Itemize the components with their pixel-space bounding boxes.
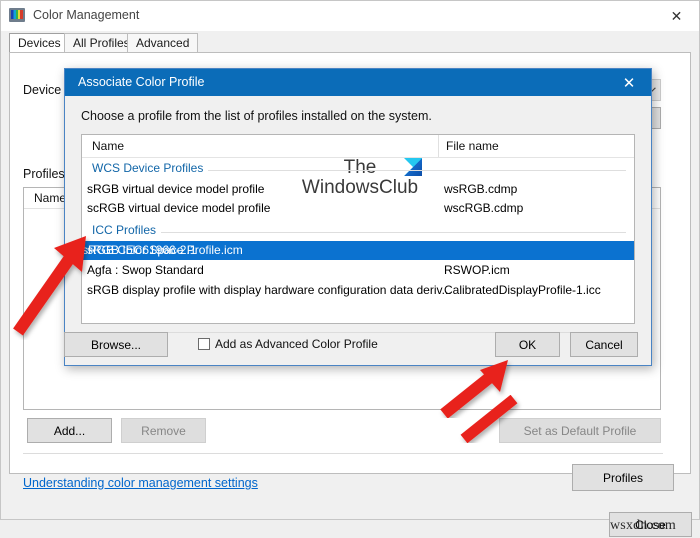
remove-button: Remove — [121, 418, 206, 443]
list-item[interactable]: Agfa : Swop Standard RSWOP.icm — [82, 261, 634, 280]
add-button[interactable]: Add... — [27, 418, 112, 443]
list-item[interactable]: scRGB virtual device model profile wscRG… — [82, 199, 634, 218]
list-item-selected[interactable]: sRGB IEC61966-2.1 sRGB Color Space Profi… — [82, 241, 634, 260]
group-label: WCS Device Profiles — [92, 161, 209, 175]
checkbox-icon[interactable] — [198, 338, 210, 350]
dialog-title: Associate Color Profile — [78, 75, 205, 89]
tab-devices[interactable]: Devices — [9, 33, 70, 53]
window-title: Color Management — [33, 8, 140, 22]
group-header-wcs: WCS Device Profiles — [82, 159, 634, 178]
list-item[interactable]: sRGB virtual device model profile wsRGB.… — [82, 180, 634, 199]
tabstrip: Devices All Profiles Advanced — [9, 33, 691, 53]
dialog-body: Choose a profile from the list of profil… — [65, 96, 651, 365]
ok-button[interactable]: OK — [495, 332, 560, 357]
understanding-color-management-link[interactable]: Understanding color management settings — [23, 476, 258, 490]
checkbox-label: Add as Advanced Color Profile — [215, 337, 378, 351]
profile-name: scRGB virtual device model profile — [87, 201, 271, 215]
profile-chooser-list[interactable]: Name File name WCS Device Profiles sRGB … — [81, 134, 635, 324]
dialog-close-button[interactable]: ✕ — [607, 69, 651, 96]
device-label: Device — [23, 83, 62, 97]
set-as-default-profile-button: Set as Default Profile — [499, 418, 661, 443]
group-header-icc: ICC Profiles — [82, 221, 634, 240]
profiles-label: Profiles — [23, 167, 65, 181]
column-header-file-name: File name — [446, 139, 499, 153]
add-advanced-color-profile-checkbox-wrap[interactable]: Add as Advanced Color Profile — [198, 337, 378, 351]
window-titlebar: Color Management ✕ — [1, 1, 699, 31]
profiles-button[interactable]: Profiles — [572, 464, 674, 491]
associate-color-profile-dialog: Associate Color Profile ✕ Choose a profi… — [64, 68, 652, 366]
profile-file: wsRGB.cdmp — [444, 182, 518, 196]
profile-file: CalibratedDisplayProfile-1.icc — [444, 283, 601, 297]
profile-file: wscRGB.cdmp — [444, 201, 524, 215]
browse-button[interactable]: Browse... — [64, 332, 168, 357]
monitor-color-icon — [9, 8, 25, 22]
group-rule — [92, 232, 626, 233]
profiles-column-name: Name — [34, 191, 67, 205]
profile-name: Agfa : Swop Standard — [87, 263, 204, 277]
tab-advanced[interactable]: Advanced — [127, 33, 199, 53]
column-header-name: Name — [92, 139, 125, 153]
wsxdn-watermark: wsxdn.com — [610, 518, 676, 533]
list-item[interactable]: sRGB display profile with display hardwa… — [82, 281, 634, 300]
dialog-instruction: Choose a profile from the list of profil… — [81, 109, 432, 123]
profile-name: sRGB display profile with display hardwa… — [87, 283, 452, 297]
profile-name: sRGB virtual device model profile — [87, 182, 265, 196]
profile-file: RSWOP.icm — [444, 263, 510, 277]
window-close-button[interactable]: ✕ — [654, 1, 699, 31]
list-header: Name File name — [82, 135, 634, 158]
cancel-button[interactable]: Cancel — [570, 332, 638, 357]
separator — [23, 453, 663, 454]
screenshot-root: Color Management ✕ Devices All Profiles … — [0, 0, 700, 538]
group-label: ICC Profiles — [92, 223, 162, 237]
dialog-titlebar: Associate Color Profile ✕ — [65, 69, 651, 96]
column-divider — [438, 135, 439, 157]
profile-file: sRGB Color Space Profile.icm — [82, 243, 243, 257]
